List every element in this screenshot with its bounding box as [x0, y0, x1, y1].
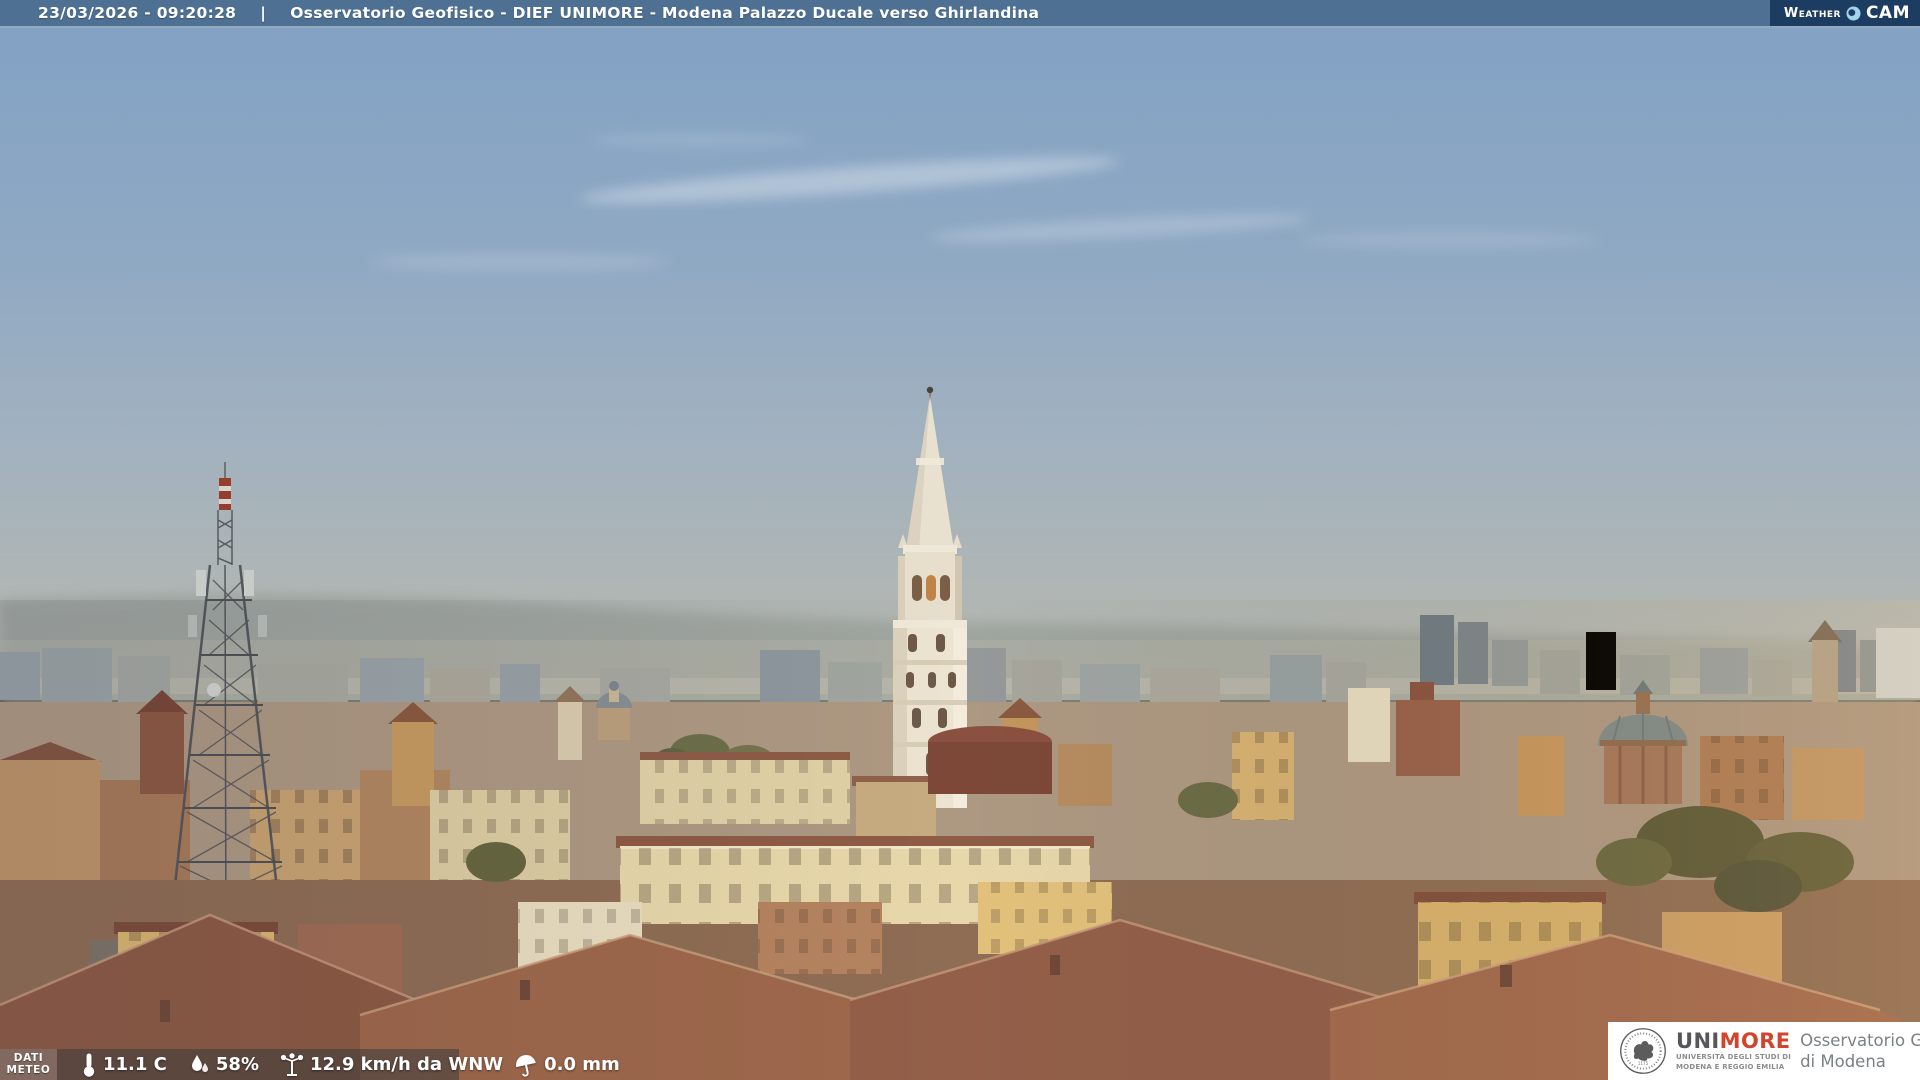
- wind-metric: 12.9 km/h da WNW: [280, 1053, 503, 1077]
- wind-icon: [280, 1053, 304, 1077]
- header-separator: |: [260, 4, 266, 22]
- humidity-icon: [190, 1053, 210, 1077]
- weathercam-globe-icon: [1846, 6, 1861, 21]
- dati-meteo-label: DATI METEO: [0, 1049, 57, 1080]
- unimore-wordmark: UNIMORE: [1676, 1031, 1791, 1051]
- weathercam-weather-label: Weather: [1784, 6, 1841, 21]
- humidity-metric: 58%: [190, 1053, 259, 1077]
- temperature-value: 11.1 C: [103, 1054, 167, 1075]
- university-name-line2: MODENA E REGGIO EMILIA: [1676, 1063, 1791, 1072]
- seal-year: 1175: [1638, 1061, 1649, 1066]
- temperature-metric: 11.1 C: [81, 1052, 167, 1078]
- weathercam-cam-label: CAM: [1866, 3, 1910, 23]
- unimore-seal-icon: 1175: [1617, 1023, 1669, 1079]
- thermometer-icon: [81, 1052, 97, 1078]
- observatory-name: Osservatorio Geofisico di Modena: [1800, 1030, 1920, 1073]
- rain-metric: 0.0 mm: [514, 1053, 620, 1077]
- humidity-value: 58%: [216, 1054, 259, 1075]
- rain-value: 0.0 mm: [544, 1054, 620, 1075]
- weather-data-bar: DATI METEO 11.1 C 58%: [0, 1049, 459, 1080]
- unimore-logo-box[interactable]: 1175 UNIMORE UNIVERSITÀ DEGLI STUDI DI M…: [1608, 1022, 1920, 1080]
- webcam-page: 23/03/2026 - 09:20:28 | Osservatorio Geo…: [0, 0, 1920, 1080]
- page-title: Osservatorio Geofisico - DIEF UNIMORE - …: [290, 4, 1039, 22]
- datetime-label: 23/03/2026 - 09:20:28: [38, 4, 236, 22]
- webcam-photo: [0, 0, 1920, 1080]
- header-bar: 23/03/2026 - 09:20:28 | Osservatorio Geo…: [0, 0, 1920, 28]
- rain-icon: [514, 1053, 538, 1077]
- university-name-line1: UNIVERSITÀ DEGLI STUDI DI: [1676, 1053, 1791, 1062]
- weathercam-logo[interactable]: Weather CAM: [1770, 0, 1920, 26]
- wind-value: 12.9 km/h da WNW: [310, 1054, 503, 1075]
